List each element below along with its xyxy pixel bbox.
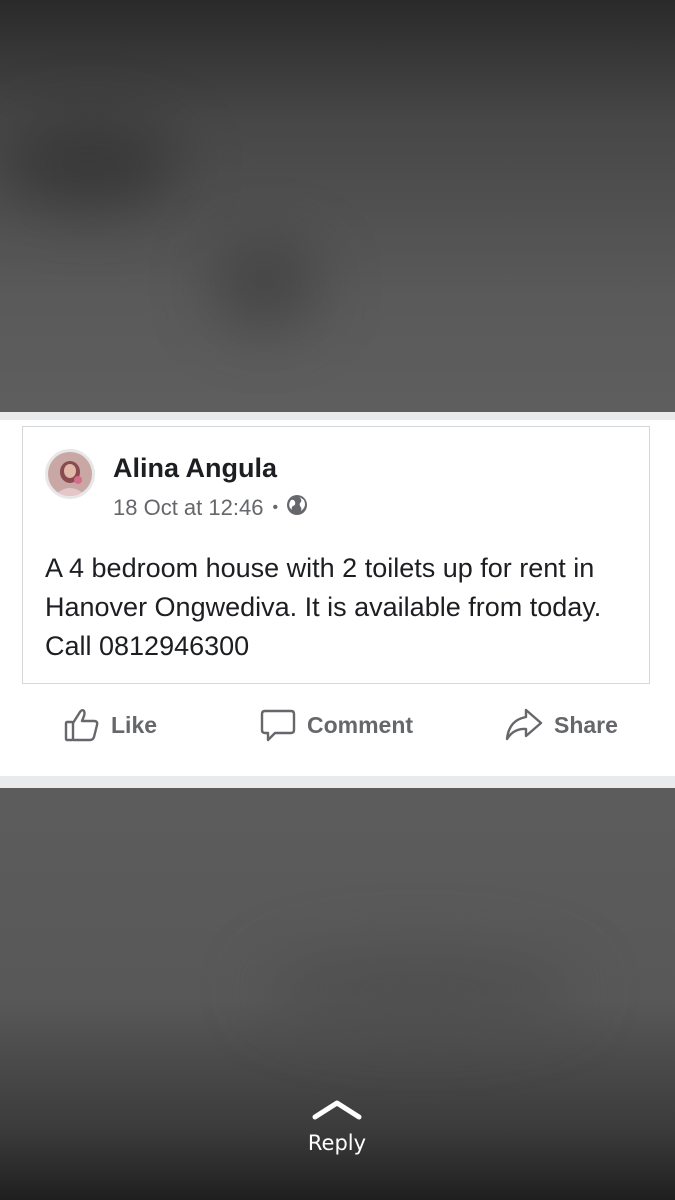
globe-icon (286, 494, 308, 522)
reply-button[interactable]: Reply (287, 1098, 387, 1155)
share-button[interactable]: Share (504, 700, 618, 750)
avatar[interactable] (45, 449, 95, 499)
thumbs-up-icon (63, 706, 101, 744)
like-button[interactable]: Like (63, 700, 157, 750)
meta-separator: • (272, 499, 279, 516)
share-arrow-icon (504, 706, 544, 744)
post-timestamp[interactable]: 18 Oct at 12:46 (113, 495, 263, 521)
post-actions-bar: Like Comment Share (0, 700, 675, 750)
background-blur-shape (260, 950, 580, 1030)
comment-label: Comment (307, 711, 414, 738)
shared-post-card: Alina Angula 18 Oct at 12:46 • A 4 bedro… (0, 412, 675, 788)
post-text: A 4 bedroom house with 2 toilets up for … (45, 553, 602, 661)
post-content-box[interactable]: Alina Angula 18 Oct at 12:46 • A 4 bedro… (22, 426, 650, 684)
post-card-body: Alina Angula 18 Oct at 12:46 • A 4 bedro… (0, 420, 675, 776)
background-blur-shape (210, 240, 320, 330)
chevron-up-icon (287, 1098, 387, 1125)
like-label: Like (111, 711, 158, 738)
post-meta: 18 Oct at 12:46 • (113, 494, 308, 522)
comment-button[interactable]: Comment (259, 700, 413, 750)
background-blur-shape (0, 120, 180, 210)
speech-bubble-icon (259, 706, 297, 744)
share-label: Share (554, 711, 618, 738)
reply-label: Reply (307, 1131, 367, 1155)
author-name[interactable]: Alina Angula (113, 453, 277, 484)
